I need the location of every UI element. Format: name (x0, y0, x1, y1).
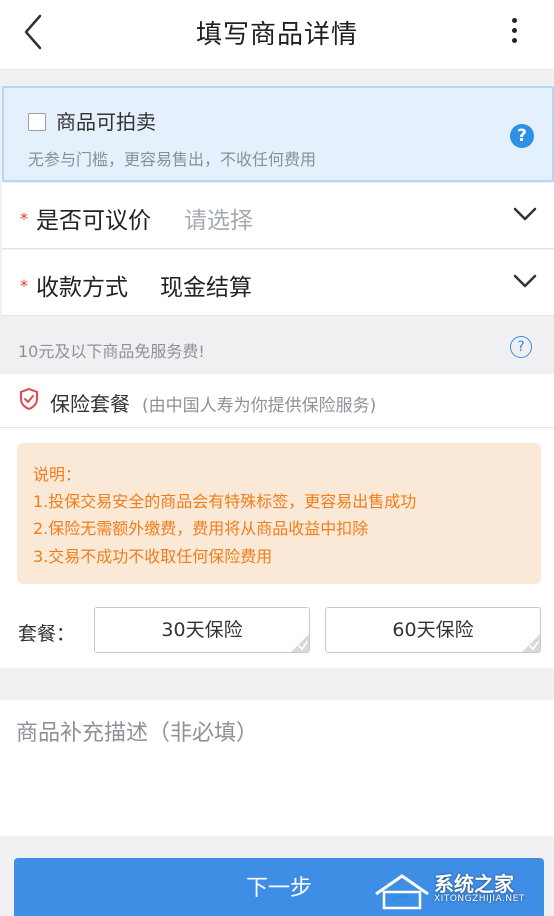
package-30-day-button[interactable]: 30天保险 (94, 607, 310, 653)
question-circle-outline-icon[interactable]: ? (510, 336, 532, 358)
negotiable-label: 是否可议价 (36, 208, 151, 234)
page-title: 填写商品详情 (195, 20, 358, 50)
negotiable-placeholder: 请选择 (184, 208, 253, 234)
payment-method-label: 收款方式 (36, 275, 128, 301)
payment-method-select[interactable]: * 收款方式 现金结算 (2, 250, 554, 316)
insurance-title: 保险套餐 (50, 392, 130, 416)
notes-line: 1.投保交易安全的商品会有特殊标签，更容易出售成功 (33, 492, 417, 511)
more-options-button[interactable] (504, 14, 524, 50)
auction-label: 商品可拍卖 (56, 110, 156, 134)
notes-line: 2.保险无需额外缴费，费用将从商品收益中扣除 (33, 519, 369, 538)
notes-line: 3.交易不成功不收取任何保险费用 (33, 547, 273, 566)
negotiable-select[interactable]: * 是否可议价 请选择 (2, 183, 554, 249)
top-bar: 填写商品详情 (0, 0, 554, 70)
package-60-day-button[interactable]: 60天保险 (325, 607, 541, 653)
insurance-provider: (由中国人寿为你提供保险服务) (142, 396, 377, 416)
auction-description: 无参与门槛，更容易售出，不收任何费用 (28, 150, 317, 169)
required-mark: * (20, 209, 28, 228)
more-vertical-icon (511, 18, 517, 23)
package-label: 套餐： (18, 623, 76, 645)
corner-check-icon (522, 634, 540, 652)
payment-method-value: 现金结算 (160, 275, 252, 301)
corner-check-icon (291, 634, 309, 652)
shield-icon (20, 387, 38, 411)
insurance-header: 保险套餐 (由中国人寿为你提供保险服务) (0, 374, 554, 428)
auction-checkbox[interactable] (28, 113, 46, 131)
house-logo-icon (375, 874, 429, 910)
notes-heading: 说明： (33, 465, 82, 484)
watermark-domain: XITONGZHIJIA.NET (434, 894, 525, 904)
question-circle-filled-icon[interactable]: ? (510, 124, 534, 148)
description-input[interactable] (0, 700, 554, 836)
description-area (0, 700, 554, 836)
auction-option: 商品可拍卖 无参与门槛，更容易售出，不收任何费用 ? (2, 86, 554, 182)
chevron-down-icon (513, 207, 537, 221)
site-watermark: 系统之家 XITONGZHIJIA.NET (368, 866, 548, 912)
insurance-notes: 说明： 1.投保交易安全的商品会有特殊标签，更容易出售成功 2.保险无需额外缴费… (17, 443, 541, 584)
fee-notice: 10元及以下商品免服务费! ? (0, 318, 554, 374)
insurance-section: 保险套餐 (由中国人寿为你提供保险服务) 说明： 1.投保交易安全的商品会有特殊… (0, 374, 554, 668)
chevron-down-icon (513, 274, 537, 288)
watermark-brand: 系统之家 (434, 872, 514, 896)
required-mark: * (20, 276, 28, 295)
fee-notice-text: 10元及以下商品免服务费! (18, 342, 205, 361)
